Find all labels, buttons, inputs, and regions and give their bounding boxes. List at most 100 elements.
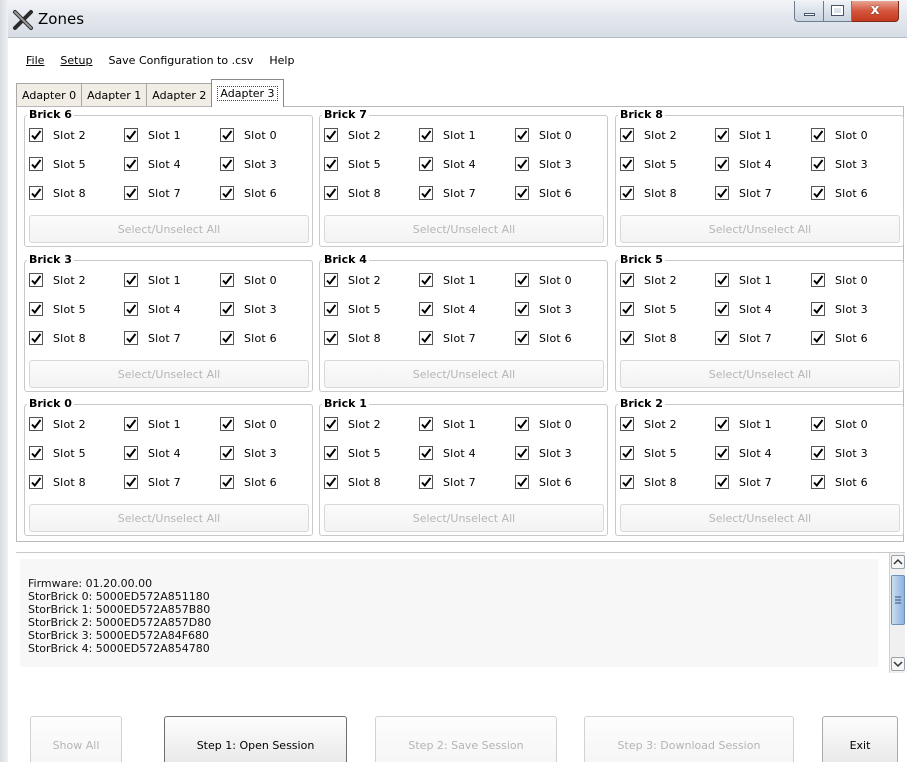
- slot-checkbox[interactable]: Slot 2: [324, 272, 381, 288]
- checkbox-box[interactable]: [620, 417, 634, 431]
- tab-adapter-0[interactable]: Adapter 0: [16, 83, 83, 107]
- slot-checkbox[interactable]: Slot 6: [811, 330, 868, 346]
- slot-checkbox[interactable]: Slot 6: [811, 185, 868, 201]
- select-unselect-all-button[interactable]: Select/Unselect All: [29, 360, 309, 388]
- slot-checkbox[interactable]: Slot 0: [811, 272, 868, 288]
- checkbox-box[interactable]: [29, 302, 43, 316]
- download-session-button[interactable]: Step 3: Download Session: [584, 716, 794, 762]
- checkbox-box[interactable]: [715, 417, 729, 431]
- checkbox-box[interactable]: [220, 157, 234, 171]
- checkbox-box[interactable]: [220, 186, 234, 200]
- checkbox-box[interactable]: [419, 128, 433, 142]
- menu-help[interactable]: Help: [259, 54, 300, 67]
- menu-setup[interactable]: Setup: [50, 54, 98, 67]
- log-scrollbar[interactable]: [889, 553, 905, 673]
- checkbox-box[interactable]: [220, 331, 234, 345]
- tab-adapter-2[interactable]: Adapter 2: [146, 83, 213, 107]
- slot-checkbox[interactable]: Slot 3: [811, 445, 868, 461]
- slot-checkbox[interactable]: Slot 6: [811, 474, 868, 490]
- slot-checkbox[interactable]: Slot 4: [715, 445, 772, 461]
- checkbox-box[interactable]: [220, 302, 234, 316]
- checkbox-box[interactable]: [220, 446, 234, 460]
- checkbox-box[interactable]: [419, 331, 433, 345]
- checkbox-box[interactable]: [515, 157, 529, 171]
- slot-checkbox[interactable]: Slot 0: [811, 127, 868, 143]
- select-unselect-all-button[interactable]: Select/Unselect All: [29, 215, 309, 243]
- checkbox-box[interactable]: [124, 186, 138, 200]
- slot-checkbox[interactable]: Slot 0: [220, 272, 277, 288]
- checkbox-box[interactable]: [124, 417, 138, 431]
- slot-checkbox[interactable]: Slot 6: [220, 185, 277, 201]
- checkbox-box[interactable]: [515, 128, 529, 142]
- slot-checkbox[interactable]: Slot 0: [220, 416, 277, 432]
- minimize-button[interactable]: [794, 1, 824, 22]
- checkbox-box[interactable]: [419, 475, 433, 489]
- checkbox-box[interactable]: [419, 417, 433, 431]
- checkbox-box[interactable]: [29, 331, 43, 345]
- slot-checkbox[interactable]: Slot 4: [124, 156, 181, 172]
- checkbox-box[interactable]: [811, 302, 825, 316]
- slot-checkbox[interactable]: Slot 6: [515, 330, 572, 346]
- slot-checkbox[interactable]: Slot 3: [220, 301, 277, 317]
- slot-checkbox[interactable]: Slot 2: [29, 272, 86, 288]
- select-unselect-all-button[interactable]: Select/Unselect All: [29, 504, 309, 532]
- slot-checkbox[interactable]: Slot 4: [124, 445, 181, 461]
- slot-checkbox[interactable]: Slot 1: [124, 272, 181, 288]
- slot-checkbox[interactable]: Slot 8: [324, 474, 381, 490]
- checkbox-box[interactable]: [29, 186, 43, 200]
- select-unselect-all-button[interactable]: Select/Unselect All: [620, 360, 900, 388]
- slot-checkbox[interactable]: Slot 7: [124, 185, 181, 201]
- checkbox-box[interactable]: [811, 417, 825, 431]
- checkbox-box[interactable]: [124, 331, 138, 345]
- checkbox-box[interactable]: [419, 157, 433, 171]
- checkbox-box[interactable]: [811, 273, 825, 287]
- maximize-button[interactable]: [824, 1, 852, 22]
- checkbox-box[interactable]: [811, 331, 825, 345]
- checkbox-box[interactable]: [29, 128, 43, 142]
- checkbox-box[interactable]: [515, 446, 529, 460]
- checkbox-box[interactable]: [124, 302, 138, 316]
- slot-checkbox[interactable]: Slot 7: [419, 474, 476, 490]
- checkbox-box[interactable]: [324, 186, 338, 200]
- checkbox-box[interactable]: [220, 475, 234, 489]
- slot-checkbox[interactable]: Slot 2: [620, 272, 677, 288]
- slot-checkbox[interactable]: Slot 8: [324, 330, 381, 346]
- checkbox-box[interactable]: [715, 157, 729, 171]
- checkbox-box[interactable]: [324, 302, 338, 316]
- slot-checkbox[interactable]: Slot 0: [515, 127, 572, 143]
- checkbox-box[interactable]: [811, 475, 825, 489]
- slot-checkbox[interactable]: Slot 5: [620, 301, 677, 317]
- slot-checkbox[interactable]: Slot 2: [620, 127, 677, 143]
- scroll-thumb[interactable]: [891, 575, 905, 625]
- checkbox-box[interactable]: [419, 273, 433, 287]
- select-unselect-all-button[interactable]: Select/Unselect All: [324, 215, 604, 243]
- checkbox-box[interactable]: [419, 302, 433, 316]
- slot-checkbox[interactable]: Slot 1: [715, 272, 772, 288]
- checkbox-box[interactable]: [620, 157, 634, 171]
- checkbox-box[interactable]: [620, 475, 634, 489]
- slot-checkbox[interactable]: Slot 5: [620, 156, 677, 172]
- checkbox-box[interactable]: [419, 186, 433, 200]
- tab-adapter-3[interactable]: Adapter 3: [211, 79, 284, 107]
- open-session-button[interactable]: Step 1: Open Session: [164, 716, 347, 762]
- slot-checkbox[interactable]: Slot 0: [811, 416, 868, 432]
- slot-checkbox[interactable]: Slot 7: [715, 474, 772, 490]
- checkbox-box[interactable]: [715, 446, 729, 460]
- checkbox-box[interactable]: [29, 157, 43, 171]
- slot-checkbox[interactable]: Slot 4: [419, 445, 476, 461]
- slot-checkbox[interactable]: Slot 8: [29, 330, 86, 346]
- checkbox-box[interactable]: [124, 273, 138, 287]
- slot-checkbox[interactable]: Slot 4: [419, 301, 476, 317]
- slot-checkbox[interactable]: Slot 1: [124, 416, 181, 432]
- checkbox-box[interactable]: [124, 475, 138, 489]
- slot-checkbox[interactable]: Slot 3: [515, 301, 572, 317]
- slot-checkbox[interactable]: Slot 3: [515, 156, 572, 172]
- slot-checkbox[interactable]: Slot 3: [515, 445, 572, 461]
- slot-checkbox[interactable]: Slot 8: [620, 474, 677, 490]
- slot-checkbox[interactable]: Slot 7: [715, 330, 772, 346]
- checkbox-box[interactable]: [715, 186, 729, 200]
- checkbox-box[interactable]: [811, 446, 825, 460]
- checkbox-box[interactable]: [620, 186, 634, 200]
- close-button[interactable]: x: [852, 1, 899, 22]
- slot-checkbox[interactable]: Slot 8: [29, 474, 86, 490]
